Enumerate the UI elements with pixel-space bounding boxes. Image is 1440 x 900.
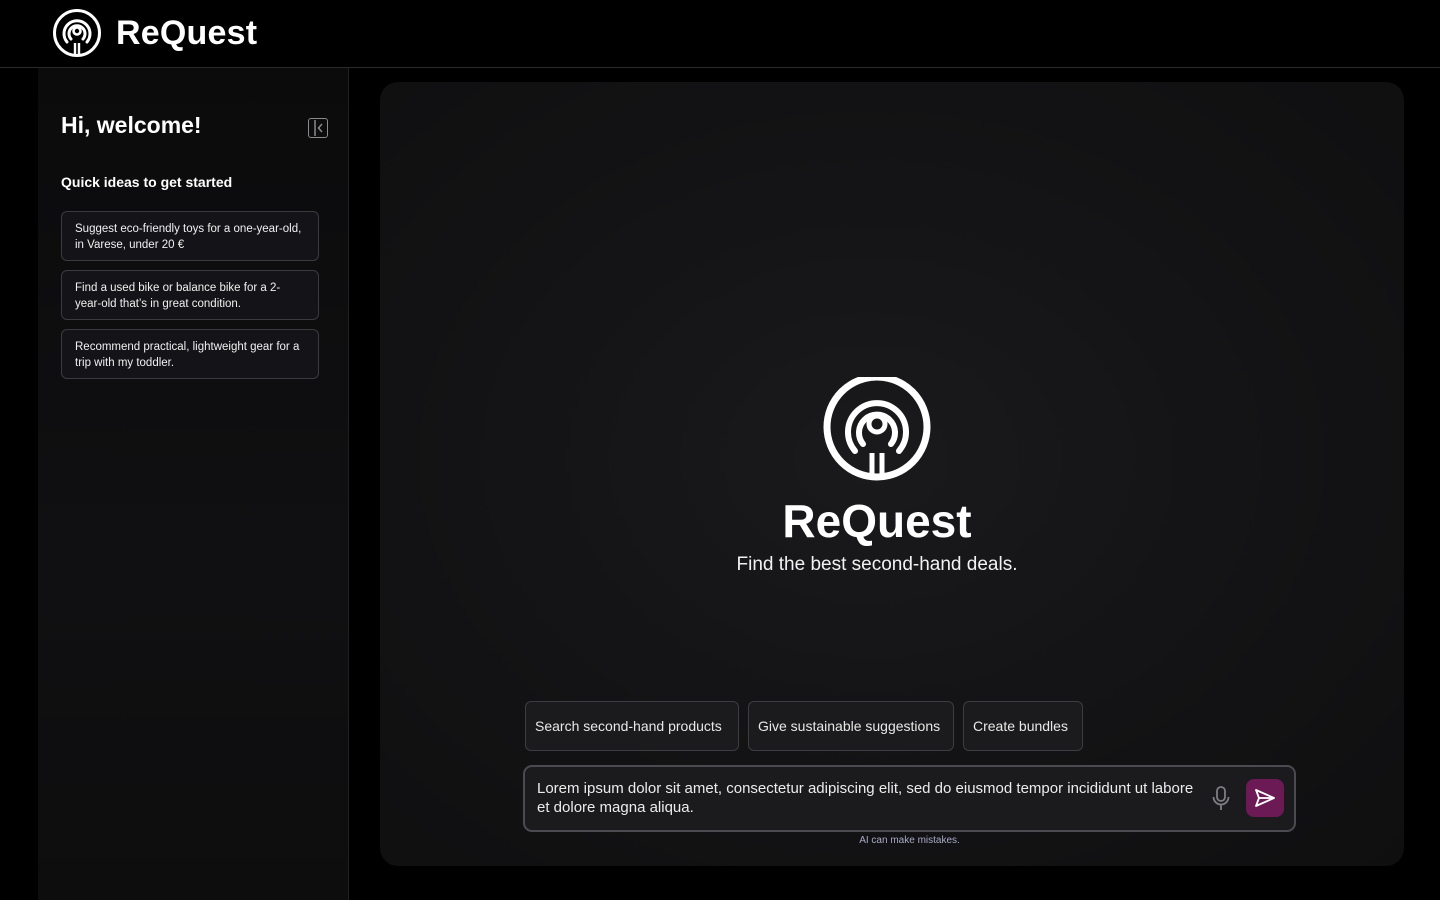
suggestion-chips: Search second-hand products Give sustain…	[525, 701, 1092, 751]
quick-idea-item[interactable]: Suggest eco-friendly toys for a one-year…	[61, 211, 319, 261]
collapse-sidebar-icon	[314, 120, 323, 136]
prompt-input-box[interactable]: Lorem ipsum dolor sit amet, consectetur …	[523, 765, 1296, 832]
quick-idea-item[interactable]: Recommend practical, lightweight gear fo…	[61, 329, 319, 379]
send-arrow-icon	[1255, 789, 1275, 807]
brand-name: ReQuest	[116, 13, 258, 52]
send-button[interactable]	[1246, 779, 1284, 817]
welcome-heading: Hi, welcome!	[61, 112, 202, 138]
concentric-target-logo-icon	[823, 377, 931, 481]
microphone-icon[interactable]	[1211, 785, 1231, 813]
collapse-sidebar-button[interactable]	[308, 118, 328, 138]
chip-sustainable-suggestions[interactable]: Give sustainable suggestions	[748, 701, 954, 751]
concentric-target-logo-icon	[53, 9, 101, 57]
quick-idea-item[interactable]: Find a used bike or balance bike for a 2…	[61, 270, 319, 320]
quick-ideas-list: Suggest eco-friendly toys for a one-year…	[61, 211, 319, 388]
sidebar: Hi, welcome! Quick ideas to get started …	[38, 68, 349, 900]
hero-title: ReQuest	[782, 495, 972, 547]
brand[interactable]: ReQuest	[52, 8, 257, 58]
top-bar: ReQuest	[0, 0, 1440, 68]
prompt-input[interactable]: Lorem ipsum dolor sit amet, consectetur …	[537, 779, 1197, 817]
chip-create-bundles[interactable]: Create bundles	[963, 701, 1083, 751]
main-chat-panel: ReQuest Find the best second-hand deals.…	[380, 82, 1404, 866]
ai-disclaimer: AI can make mistakes.	[859, 835, 960, 846]
hero-subtitle: Find the best second-hand deals.	[736, 554, 1018, 575]
quick-ideas-title: Quick ideas to get started	[61, 174, 233, 190]
chip-search-second-hand[interactable]: Search second-hand products	[525, 701, 739, 751]
